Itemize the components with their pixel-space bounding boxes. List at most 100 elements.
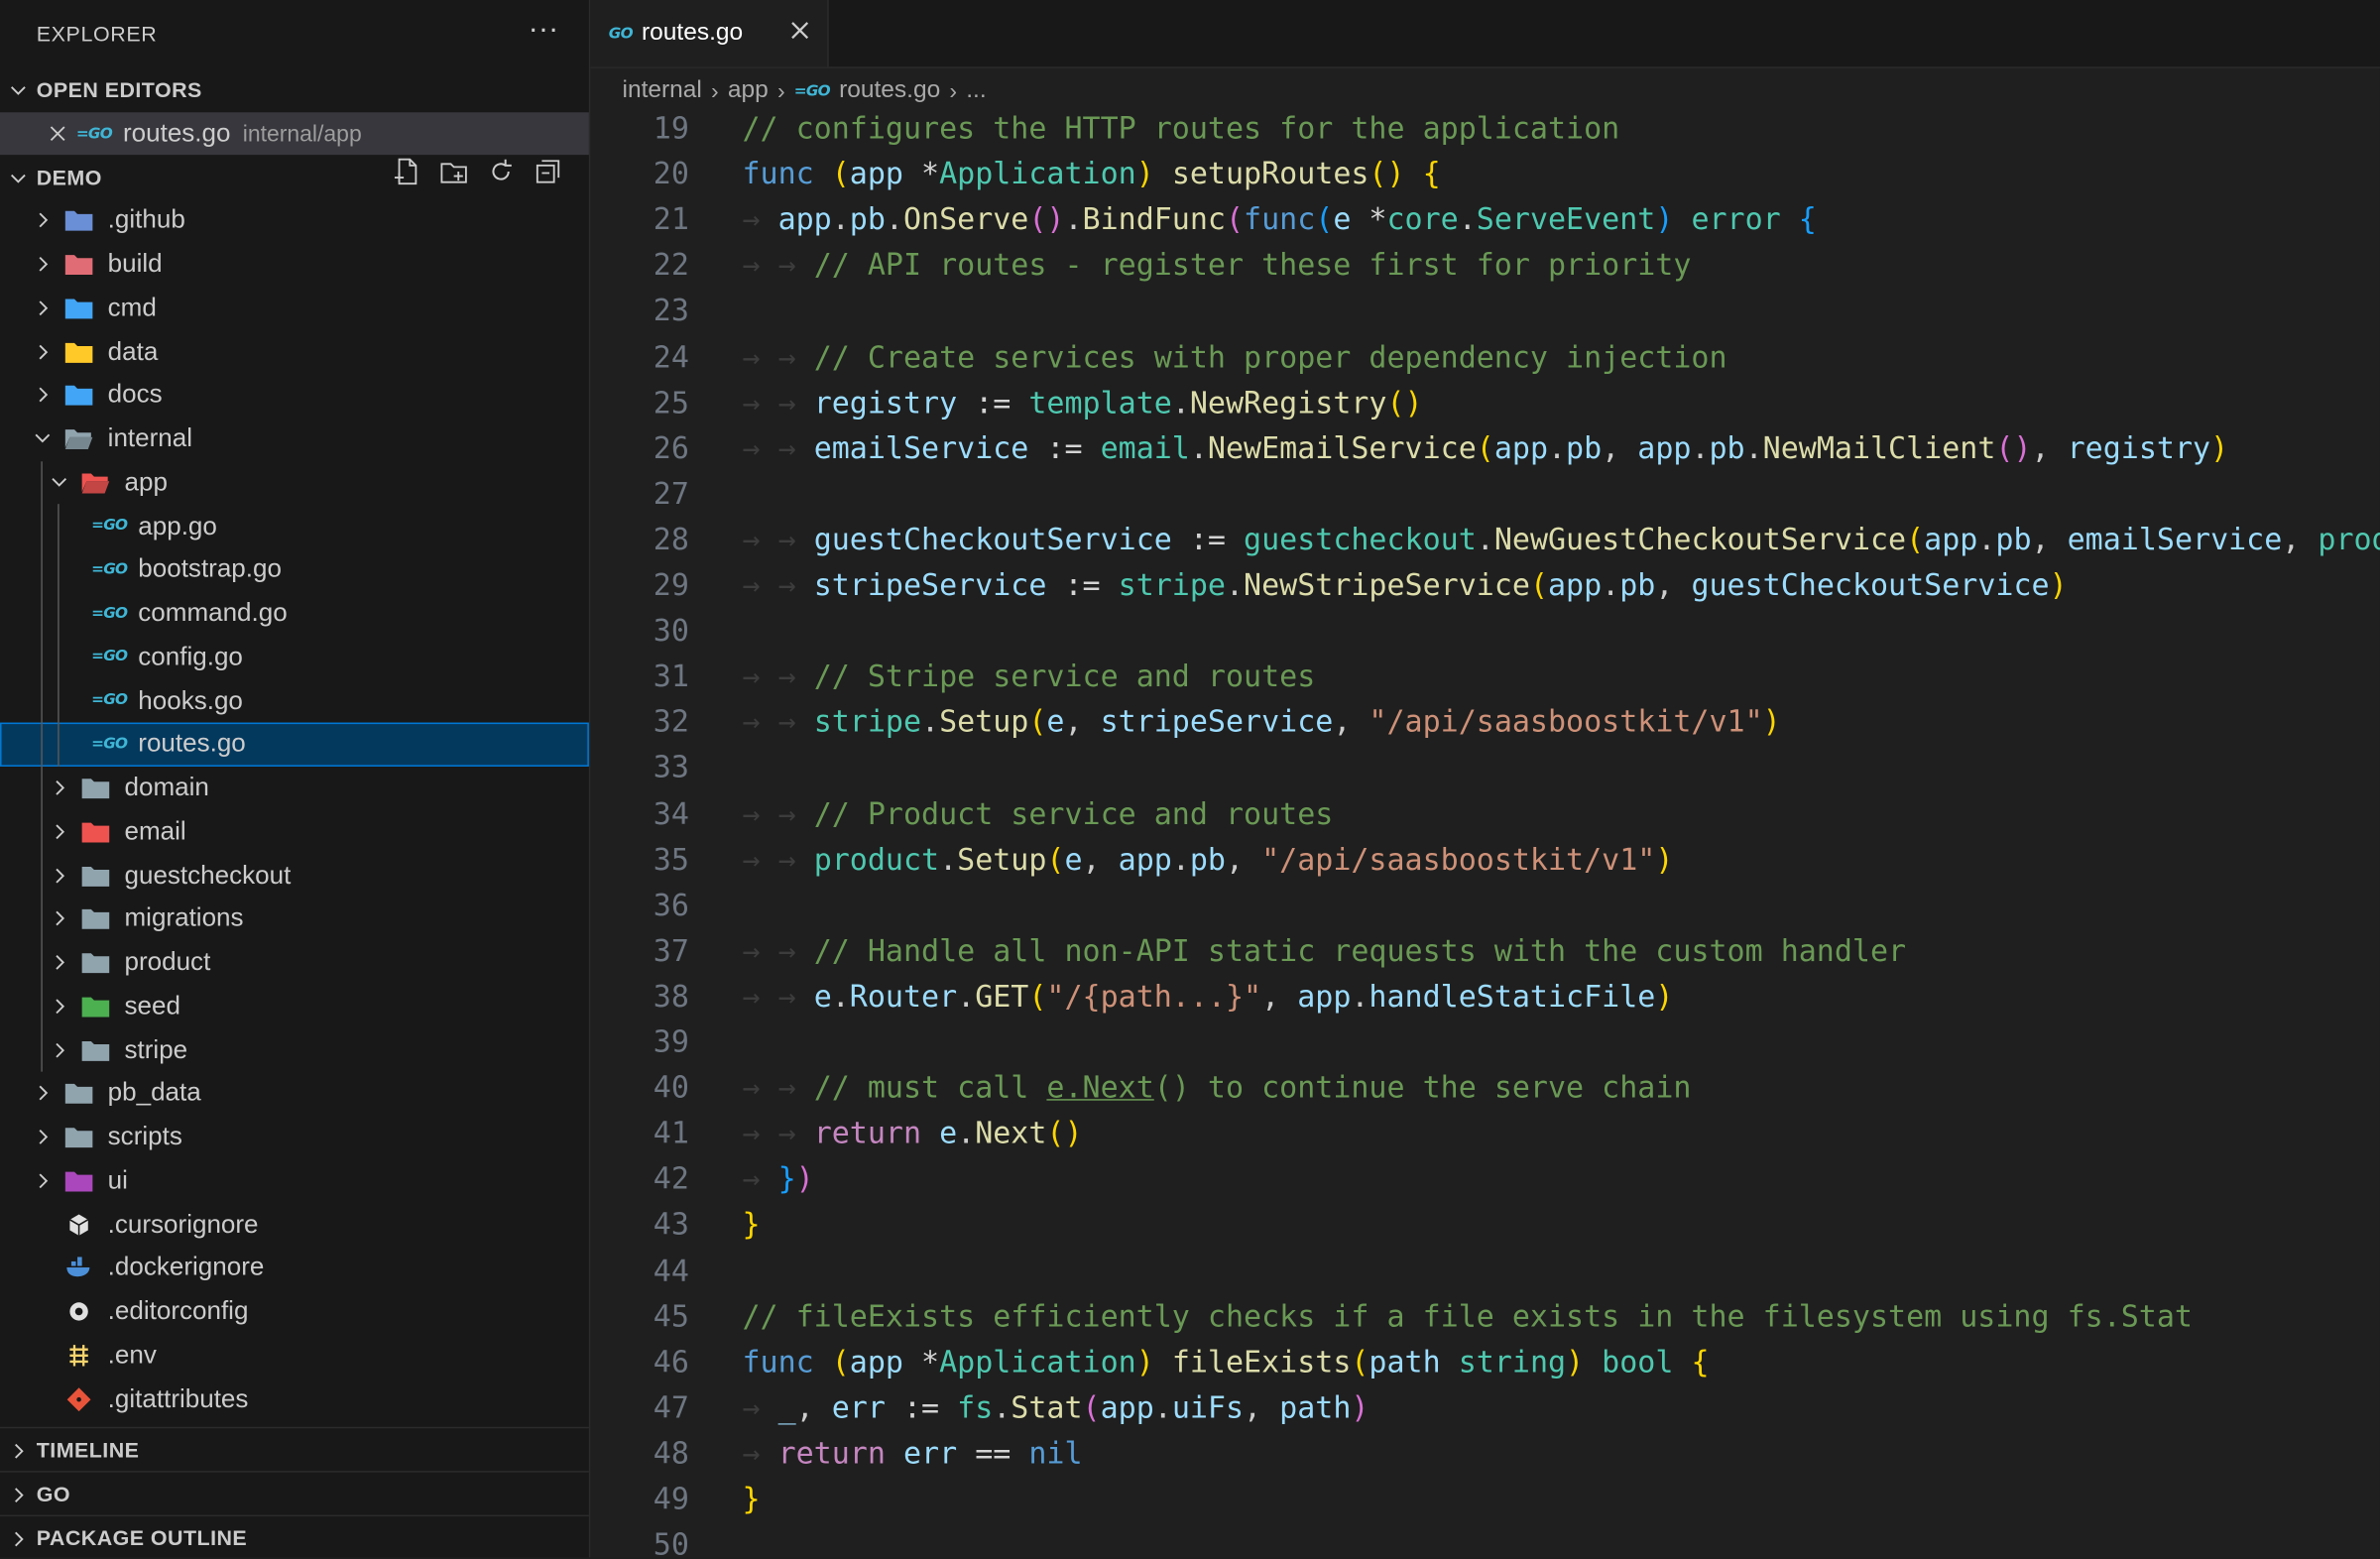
breadcrumb-symbol[interactable]: ... (966, 77, 986, 105)
tree-folder-ui[interactable]: ui (0, 1159, 589, 1203)
chevron-right-icon[interactable] (47, 863, 70, 887)
code-line[interactable]: 44 (590, 1249, 2380, 1294)
code-line[interactable]: 40 → → // must call e.Next() to continue … (590, 1066, 2380, 1112)
code-line[interactable]: 47 → _, err := fs.Stat(app.uiFs, path) (590, 1385, 2380, 1431)
timeline-section[interactable]: TIMELINE (0, 1426, 589, 1471)
chevron-right-icon[interactable] (47, 994, 70, 1018)
chevron-right-icon[interactable] (47, 950, 70, 974)
code-line[interactable]: 28 → → guestCheckoutService := guestcheck… (590, 518, 2380, 563)
tree-file-env[interactable]: .env (0, 1334, 589, 1378)
open-editors-section[interactable]: OPEN EDITORS (0, 68, 589, 111)
chevron-right-icon[interactable] (47, 1037, 70, 1061)
chevron-right-icon[interactable] (31, 1125, 55, 1148)
tree-folder-product[interactable]: product (0, 941, 589, 985)
code-line[interactable]: 36 (590, 883, 2380, 928)
tree-folder-data[interactable]: data (0, 330, 589, 374)
code-line[interactable]: 19 // configures the HTTP routes for the … (590, 109, 2380, 152)
close-icon[interactable] (46, 121, 69, 145)
code-line[interactable]: 49} (590, 1477, 2380, 1522)
tree-folder-email[interactable]: email (0, 810, 589, 854)
chevron-right-icon[interactable] (31, 252, 55, 276)
chevron-right-icon[interactable] (31, 296, 55, 319)
chevron-right-icon[interactable] (31, 383, 55, 407)
collapse-all-icon[interactable] (535, 158, 562, 185)
chevron-down-icon[interactable] (47, 470, 70, 494)
tree-file-routes-go[interactable]: =GO routes.go (0, 722, 589, 767)
tree-folder-seed[interactable]: seed (0, 985, 589, 1028)
tree-file-app-go[interactable]: =GO app.go (0, 505, 589, 548)
chevron-right-icon[interactable] (47, 776, 70, 799)
code-line[interactable]: 37 → → // Handle all non-API static reque… (590, 928, 2380, 974)
code-text: → → // Stripe service and routes (742, 659, 1316, 694)
code-line[interactable]: 25 → → registry := template.NewRegistry() (590, 381, 2380, 426)
code-line[interactable]: 22 → → // API routes - register these fir… (590, 243, 2380, 289)
code-line[interactable]: 27 (590, 472, 2380, 518)
package-outline-section[interactable]: PACKAGE OUTLINE (0, 1514, 589, 1559)
code-editor[interactable]: 19 // configures the HTTP routes for the … (590, 109, 2380, 1558)
new-file-icon[interactable] (393, 158, 420, 185)
code-line[interactable]: 43} (590, 1203, 2380, 1249)
more-actions-icon[interactable]: ··· (529, 12, 559, 47)
go-section[interactable]: GO (0, 1471, 589, 1514)
code-line[interactable]: 23 (590, 289, 2380, 334)
code-line[interactable]: 33 (590, 746, 2380, 791)
close-tab-icon[interactable] (787, 18, 811, 50)
cursor-icon (63, 1211, 94, 1239)
chevron-down-icon[interactable] (31, 426, 55, 450)
code-line[interactable]: 30 (590, 609, 2380, 655)
refresh-icon[interactable] (487, 158, 515, 185)
tree-folder-app[interactable]: app (0, 461, 589, 505)
chevron-right-icon[interactable] (31, 1081, 55, 1105)
tree-folder-docs[interactable]: docs (0, 374, 589, 418)
tree-file-cursorignore[interactable]: .cursorignore (0, 1203, 589, 1247)
tree-folder-internal[interactable]: internal (0, 418, 589, 461)
open-editor-item[interactable]: =GO routes.go internal/app (0, 112, 589, 156)
tree-folder-github[interactable]: .github (0, 199, 589, 243)
code-line[interactable]: 48 → return err == nil (590, 1431, 2380, 1477)
chevron-right-icon[interactable] (31, 339, 55, 363)
tree-folder-migrations[interactable]: migrations (0, 898, 589, 941)
breadcrumb-app[interactable]: app (728, 77, 769, 105)
tab-routes-go[interactable]: GO routes.go (590, 0, 829, 67)
tree-file-config-go[interactable]: =GO config.go (0, 636, 589, 679)
new-folder-icon[interactable] (440, 158, 468, 185)
chevron-right-icon[interactable] (31, 1168, 55, 1192)
code-line[interactable]: 38 → → e.Router.GET("/{path...}", app.han… (590, 974, 2380, 1019)
code-line[interactable]: 42 → }) (590, 1157, 2380, 1203)
code-line[interactable]: 46 func (app *Application) fileExists(pat… (590, 1340, 2380, 1385)
chevron-right-icon[interactable] (47, 906, 70, 930)
tree-folder-cmd[interactable]: cmd (0, 287, 589, 330)
tree-file-dockerignore[interactable]: .dockerignore (0, 1247, 589, 1290)
tree-folder-stripe[interactable]: stripe (0, 1028, 589, 1072)
cmd-folder-icon (63, 295, 94, 322)
code-line[interactable]: 20 func (app *Application) setupRoutes() … (590, 152, 2380, 197)
tree-file-editorconfig[interactable]: .editorconfig (0, 1290, 589, 1334)
tree-folder-scripts[interactable]: scripts (0, 1116, 589, 1159)
chevron-right-icon[interactable] (31, 208, 55, 232)
tree-file-bootstrap-go[interactable]: =GO bootstrap.go (0, 548, 589, 592)
code-line[interactable]: 24 → → // Create services with proper dep… (590, 334, 2380, 380)
breadcrumb-internal[interactable]: internal (623, 77, 702, 105)
code-line[interactable]: 32 → → stripe.Setup(e, stripeService, "/a… (590, 700, 2380, 746)
tree-file-command-go[interactable]: =GO command.go (0, 592, 589, 636)
tree-folder-build[interactable]: build (0, 243, 589, 287)
breadcrumb-file[interactable]: routes.go (839, 77, 940, 105)
code-line[interactable]: 34 → → // Product service and routes (590, 791, 2380, 837)
tree-folder-pb-data[interactable]: pb_data (0, 1072, 589, 1116)
chevron-right-icon[interactable] (47, 819, 70, 843)
code-line[interactable]: 41 → → return e.Next() (590, 1112, 2380, 1157)
code-line[interactable]: 50 (590, 1522, 2380, 1557)
tree-file-gitattributes[interactable]: .gitattributes (0, 1378, 589, 1421)
tree-folder-guestcheckout[interactable]: guestcheckout (0, 854, 589, 898)
code-line[interactable]: 31 → → // Stripe service and routes (590, 655, 2380, 700)
code-line[interactable]: 39 (590, 1020, 2380, 1066)
code-text: → → e.Router.GET("/{path...}", app.handl… (742, 979, 1674, 1015)
line-number: 25 (653, 385, 689, 420)
tree-file-hooks-go[interactable]: =GO hooks.go (0, 679, 589, 723)
code-line[interactable]: 35 → → product.Setup(e, app.pb, "/api/saa… (590, 837, 2380, 883)
tree-folder-domain[interactable]: domain (0, 767, 589, 810)
code-line[interactable]: 45 // fileExists efficiently checks if a … (590, 1294, 2380, 1340)
code-line[interactable]: 26 → → emailService := email.NewEmailServ… (590, 426, 2380, 472)
code-line[interactable]: 29 → → stripeService := stripe.NewStripeS… (590, 563, 2380, 609)
code-line[interactable]: 21 → app.pb.OnServe().BindFunc(func(e *co… (590, 197, 2380, 243)
